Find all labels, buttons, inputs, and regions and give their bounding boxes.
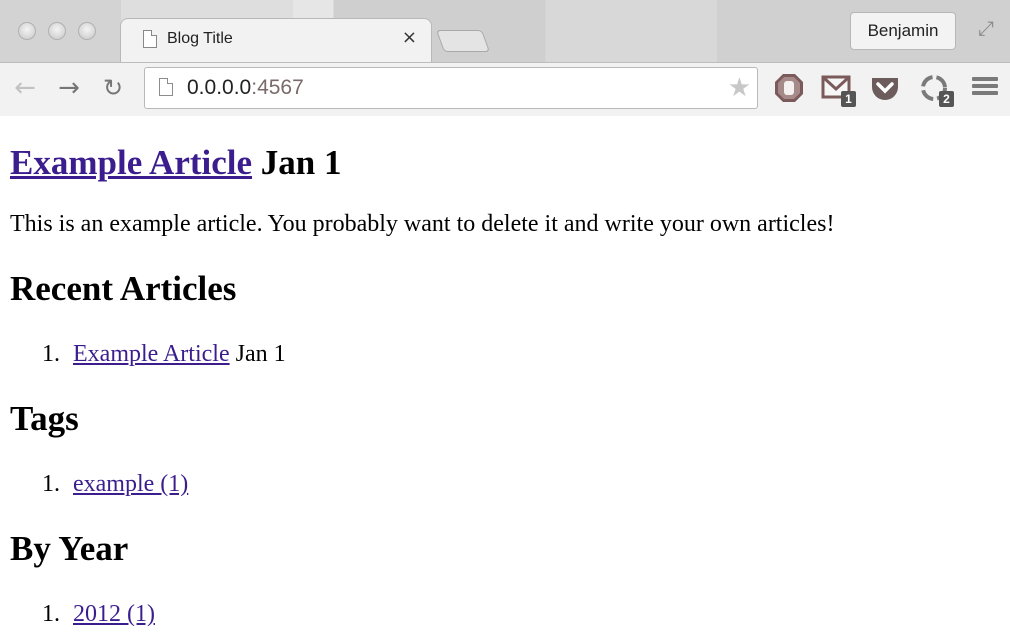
list-number: 1. (42, 341, 60, 367)
tab-active[interactable]: Blog Title × (120, 18, 432, 62)
window-zoom-light[interactable] (78, 22, 96, 40)
profile-button[interactable]: Benjamin (850, 12, 956, 50)
url-host: 0.0.0.0 (187, 76, 252, 99)
tags-heading: Tags (10, 399, 79, 438)
article-date: Jan 1 (260, 143, 342, 182)
list-item: 1. Example Article Jan 1 (10, 339, 1000, 369)
url-text: 0.0.0.0:4567 (187, 76, 304, 100)
by-year-heading: By Year (10, 529, 129, 568)
tags-list: 1. example (1) (10, 469, 1000, 499)
article-title-link[interactable]: Example Article (10, 143, 252, 182)
close-icon[interactable]: × (402, 28, 417, 48)
recent-article-link[interactable]: Example Article (73, 341, 230, 367)
list-number: 1. (42, 601, 60, 627)
forward-icon[interactable]: → (54, 73, 84, 103)
gmail-badge: 1 (841, 91, 856, 107)
list-number: 1. (42, 471, 60, 497)
toolbar: ← → ↻ 0.0.0.0:4567 ★ 1 2 (0, 62, 1010, 116)
recent-articles-list: 1. Example Article Jan 1 (10, 339, 1000, 369)
back-icon[interactable]: ← (10, 73, 40, 103)
window-minimize-light[interactable] (48, 22, 66, 40)
gmail-icon[interactable]: 1 (820, 71, 856, 107)
address-bar[interactable]: 0.0.0.0:4567 ★ (144, 67, 758, 109)
list-item: 1. example (1) (10, 469, 1000, 499)
url-port: :4567 (251, 76, 304, 99)
menu-icon[interactable] (972, 75, 998, 101)
new-tab-button[interactable] (435, 30, 491, 52)
window-close-light[interactable] (18, 22, 36, 40)
recent-articles-heading: Recent Articles (10, 269, 237, 308)
tag-link[interactable]: example (1) (73, 471, 188, 497)
tab-title: Blog Title (167, 30, 233, 47)
sync-badge: 2 (939, 91, 954, 107)
browser-chrome: Blog Title × Benjamin ⤢ ← → ↻ 0.0.0.0:45… (0, 0, 1010, 116)
bookmark-star-icon[interactable]: ★ (728, 73, 751, 103)
year-link[interactable]: 2012 (1) (73, 601, 155, 627)
page-icon (159, 78, 173, 96)
pocket-icon[interactable] (868, 71, 902, 105)
sync-icon[interactable]: 2 (918, 71, 954, 107)
article-heading: Example Article Jan 1 (10, 143, 1000, 183)
page-icon (143, 30, 157, 48)
recent-article-date: Jan 1 (235, 341, 286, 367)
reload-icon[interactable]: ↻ (98, 73, 128, 103)
fullscreen-icon[interactable]: ⤢ (974, 16, 998, 40)
stop-hand-icon[interactable] (772, 71, 806, 105)
by-year-list: 1. 2012 (1) (10, 599, 1000, 629)
list-item: 1. 2012 (1) (10, 599, 1000, 629)
article-body: This is an example article. You probably… (10, 211, 835, 237)
tab-strip: Blog Title × Benjamin ⤢ (0, 0, 1010, 62)
page-content: Example Article Jan 1 This is an example… (10, 116, 1000, 629)
